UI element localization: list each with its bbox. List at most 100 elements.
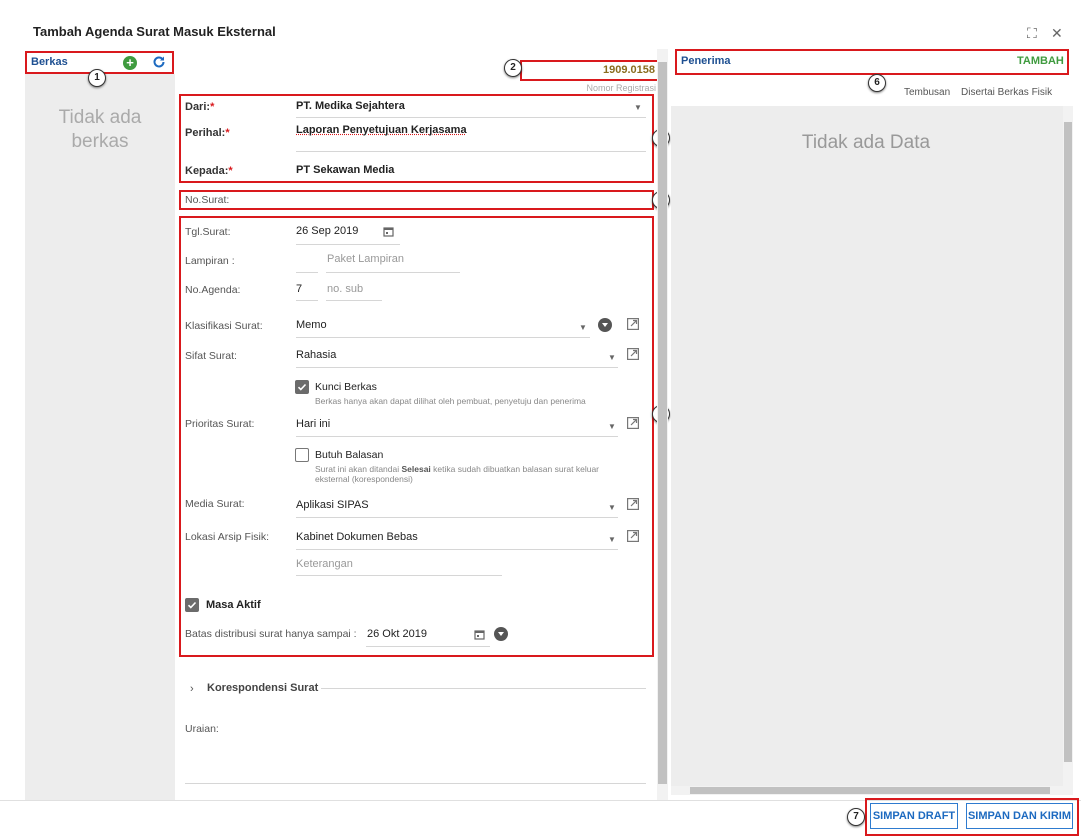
keterangan-field[interactable]: Keterangan [296,558,353,570]
klasifikasi-label: Klasifikasi Surat: [185,320,263,332]
form-scrollbar-thumb[interactable] [658,62,667,784]
sifat-open-icon[interactable] [627,348,639,360]
batas-underline [366,646,490,647]
lampiran-underline [326,272,460,273]
penerima-list [671,106,1073,790]
lampiran-field[interactable]: Paket Lampiran [327,253,404,265]
dialog-title: Tambah Agenda Surat Masuk Eksternal [33,24,276,39]
batas-options-icon[interactable] [494,627,508,641]
prioritas-field[interactable]: Hari ini [296,418,330,430]
masa-aktif-checkbox[interactable] [185,598,199,612]
klasifikasi-open-icon[interactable] [627,318,639,330]
sifat-label: Sifat Surat: [185,350,237,362]
dari-label: Dari:* [185,101,215,113]
klasifikasi-underline [296,337,590,338]
klasifikasi-field[interactable]: Memo [296,319,327,331]
dari-dropdown-icon[interactable]: ▼ [634,103,642,112]
media-field[interactable]: Aplikasi SIPAS [296,499,369,511]
check-icon [297,383,307,391]
agenda-sub-underline [326,300,382,301]
prioritas-underline [296,436,618,437]
dialog: Tambah Agenda Surat Masuk Eksternal ⛶ ✕ … [0,0,1081,838]
simpan-draft-button[interactable]: SIMPAN DRAFT [870,803,958,829]
batas-calendar-icon[interactable] [474,629,485,640]
berkas-empty-text: Tidak ada berkas [25,106,175,154]
dari-underline [296,117,646,118]
sifat-field[interactable]: Rahasia [296,349,336,361]
lokasi-underline [296,549,618,550]
kepada-label: Kepada:* [185,165,233,177]
klasifikasi-options-icon[interactable] [598,318,612,332]
perihal-field[interactable]: Laporan Penyetujuan Kerjasama [296,124,467,136]
berkas-empty-line1: Tidak ada [58,107,142,128]
penerima-empty-text: Tidak ada Data [801,132,931,153]
balasan-help: Surat ini akan ditandai Selesai ketika s… [315,464,600,474]
tab-tembusan[interactable]: Tembusan [904,87,950,98]
registration-caption: Nomor Registrasi [586,83,656,93]
sifat-dropdown-icon[interactable]: ▼ [608,353,616,362]
lampiran-count-underline[interactable] [296,272,318,273]
sifat-underline [296,367,618,368]
balasan-help-2: eksternal (korespondensi) [315,474,413,484]
perihal-label: Perihal:* [185,127,230,139]
tgl-label: Tgl.Surat: [185,226,231,238]
kunci-checkbox[interactable] [295,380,309,394]
batas-field[interactable]: 26 Okt 2019 [367,628,427,640]
close-icon[interactable]: ✕ [1051,25,1063,42]
kunci-help: Berkas hanya akan dapat dilihat oleh pem… [315,396,586,406]
registration-number: 1909.0158 [603,64,655,76]
lokasi-open-icon[interactable] [627,530,639,542]
prioritas-label: Prioritas Surat: [185,418,255,430]
masa-aktif-label: Masa Aktif [206,599,261,611]
keterangan-underline [296,575,502,576]
penerima-hscrollbar-thumb[interactable] [690,787,1050,794]
media-open-icon[interactable] [627,498,639,510]
check-icon [187,601,197,609]
prioritas-dropdown-icon[interactable]: ▼ [608,422,616,431]
media-label: Media Surat: [185,498,245,510]
agenda-label: No.Agenda: [185,284,241,296]
tgl-field[interactable]: 26 Sep 2019 [296,225,358,237]
maximize-icon[interactable]: ⛶ [1027,25,1037,42]
simpan-kirim-button[interactable]: SIMPAN DAN KIRIM [966,803,1073,829]
balasan-label: Butuh Balasan [315,449,384,461]
badge-7: 7 [847,808,865,826]
kepada-field[interactable]: PT Sekawan Media [296,164,394,176]
uraian-label: Uraian: [185,723,219,735]
klasifikasi-dropdown-icon[interactable]: ▼ [579,323,587,332]
agenda-underline [296,300,318,301]
highlight-4 [179,190,654,210]
kunci-label: Kunci Berkas [315,381,377,393]
uraian-underline [185,783,646,784]
balasan-checkbox[interactable] [295,448,309,462]
no-surat-field[interactable]: No.Surat: [185,194,229,206]
badge-1: 1 [88,69,106,87]
media-dropdown-icon[interactable]: ▼ [608,503,616,512]
berkas-empty-line2: berkas [71,131,129,152]
chevron-right-icon[interactable]: › [190,683,194,695]
tab-disertai[interactable]: Disertai Berkas Fisik [961,87,1052,98]
badge-2: 2 [504,59,522,77]
badge-6: 6 [868,74,886,92]
prioritas-open-icon[interactable] [627,417,639,429]
berkas-panel [25,52,175,800]
media-underline [296,517,618,518]
korespondensi-toggle[interactable]: Korespondensi Surat [207,682,318,694]
lokasi-label: Lokasi Arsip Fisik: [185,531,270,543]
batas-label: Batas distribusi surat hanya sampai : [185,628,357,640]
calendar-icon[interactable] [383,226,394,237]
agenda-field[interactable]: 7 [296,283,302,295]
highlight-3 [179,94,654,183]
penerima-scrollbar-thumb[interactable] [1064,122,1072,762]
perihal-underline [296,151,646,152]
penerima-label: Penerima [681,55,731,67]
korespondensi-divider [321,688,646,689]
dari-field[interactable]: PT. Medika Sejahtera [296,100,405,112]
lokasi-dropdown-icon[interactable]: ▼ [608,535,616,544]
agenda-sub-field[interactable]: no. sub [327,283,363,295]
highlight-6 [675,49,1069,75]
lampiran-label: Lampiran : [185,255,235,267]
tambah-button[interactable]: TAMBAH [1017,55,1064,67]
lokasi-field[interactable]: Kabinet Dokumen Bebas [296,531,418,543]
tgl-underline [296,244,400,245]
